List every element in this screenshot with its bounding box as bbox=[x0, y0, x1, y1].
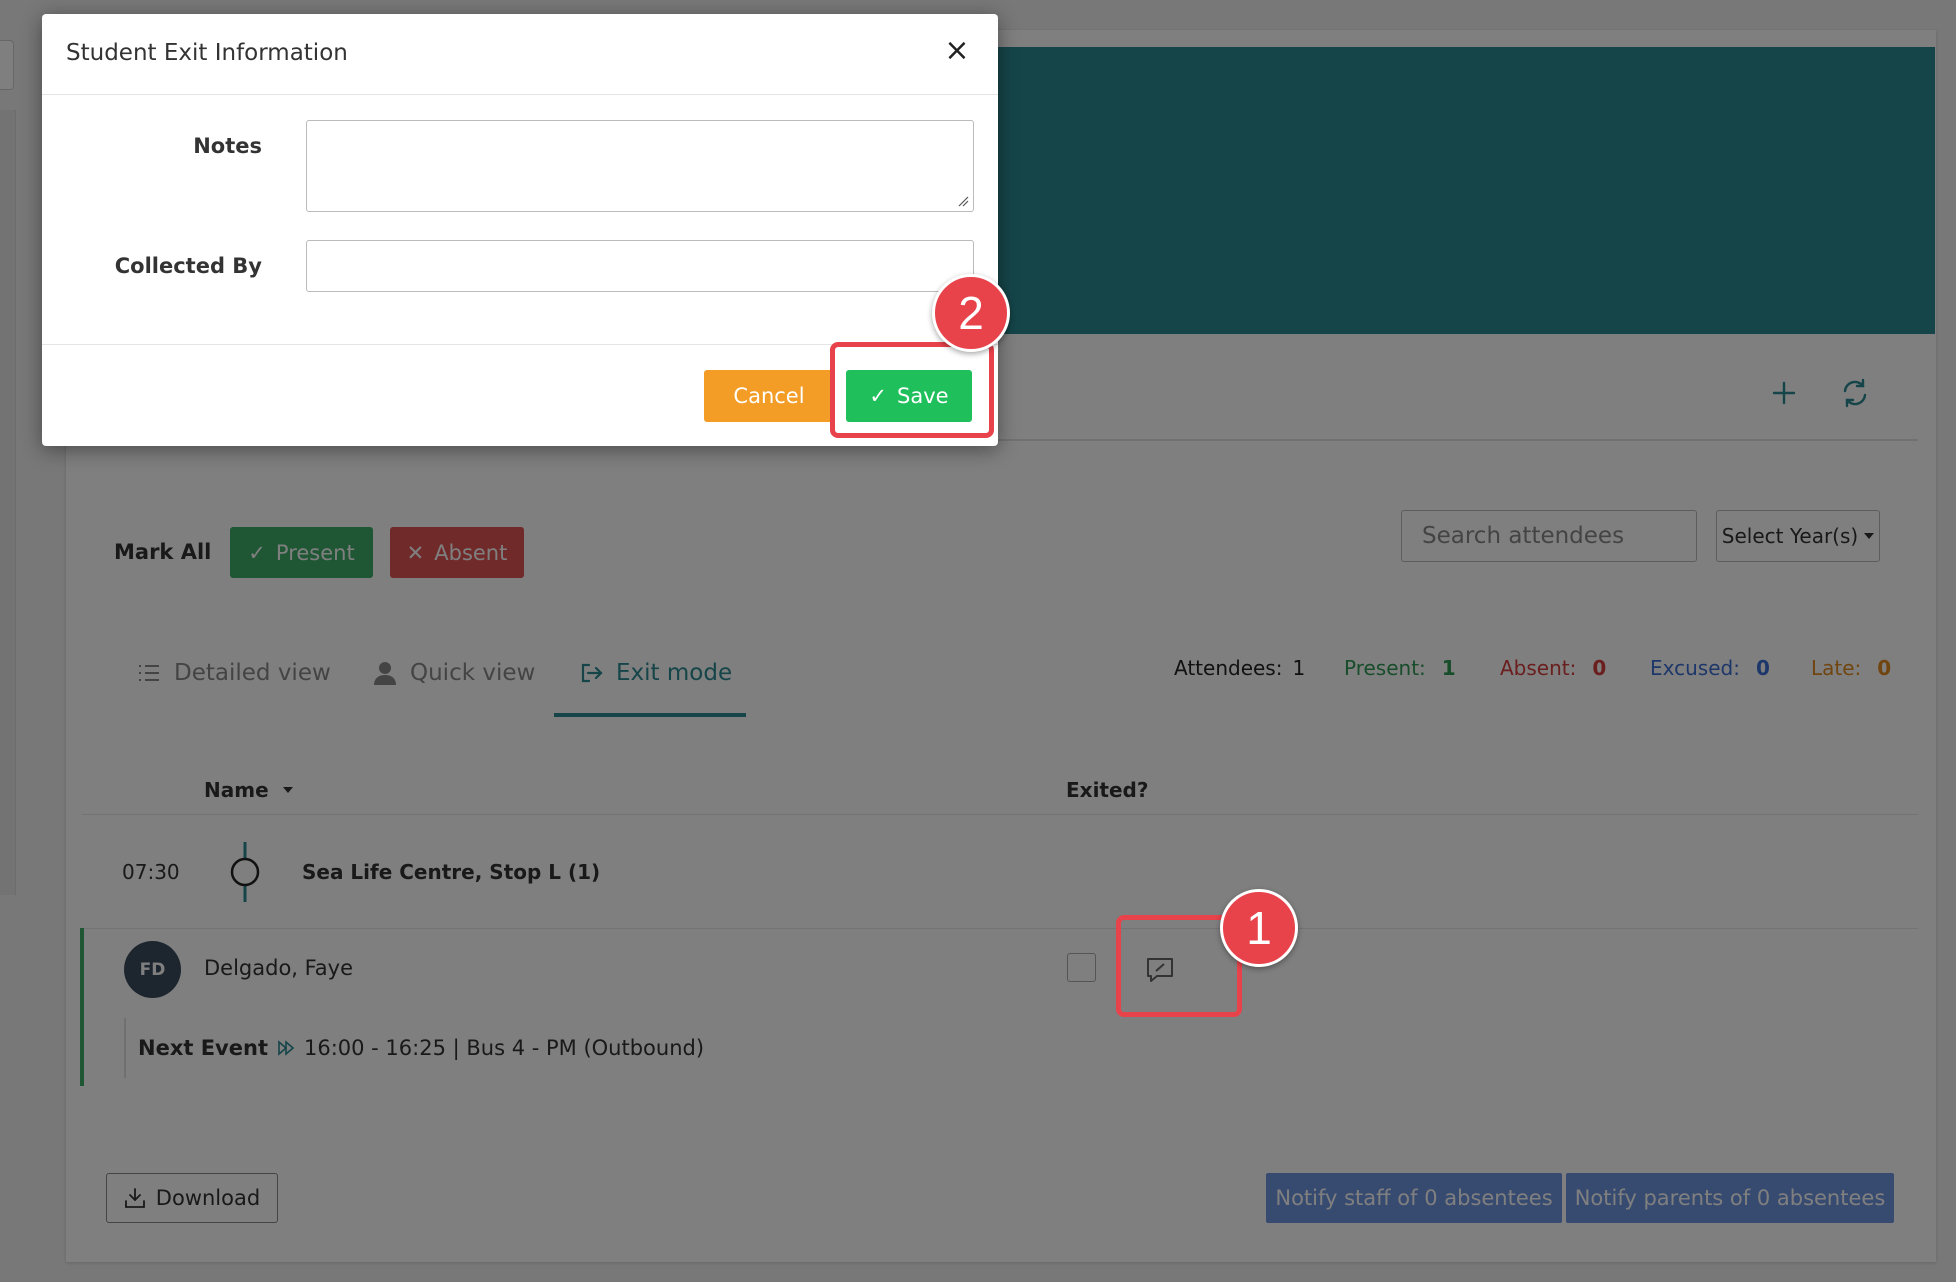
cancel-button[interactable]: Cancel bbox=[704, 370, 834, 422]
annotation-badge-2: 2 bbox=[932, 274, 1010, 352]
annotation-highlight-2 bbox=[830, 342, 994, 438]
modal-header-divider bbox=[42, 94, 998, 95]
collected-by-label: Collected By bbox=[114, 254, 262, 278]
resize-grip-icon[interactable] bbox=[957, 195, 969, 207]
collected-by-input[interactable] bbox=[306, 240, 974, 292]
modal-title: Student Exit Information bbox=[66, 40, 348, 66]
notes-textarea[interactable] bbox=[306, 120, 974, 212]
close-icon[interactable]: × bbox=[942, 36, 972, 66]
notes-label: Notes bbox=[193, 134, 262, 158]
annotation-badge-1: 1 bbox=[1220, 889, 1298, 967]
